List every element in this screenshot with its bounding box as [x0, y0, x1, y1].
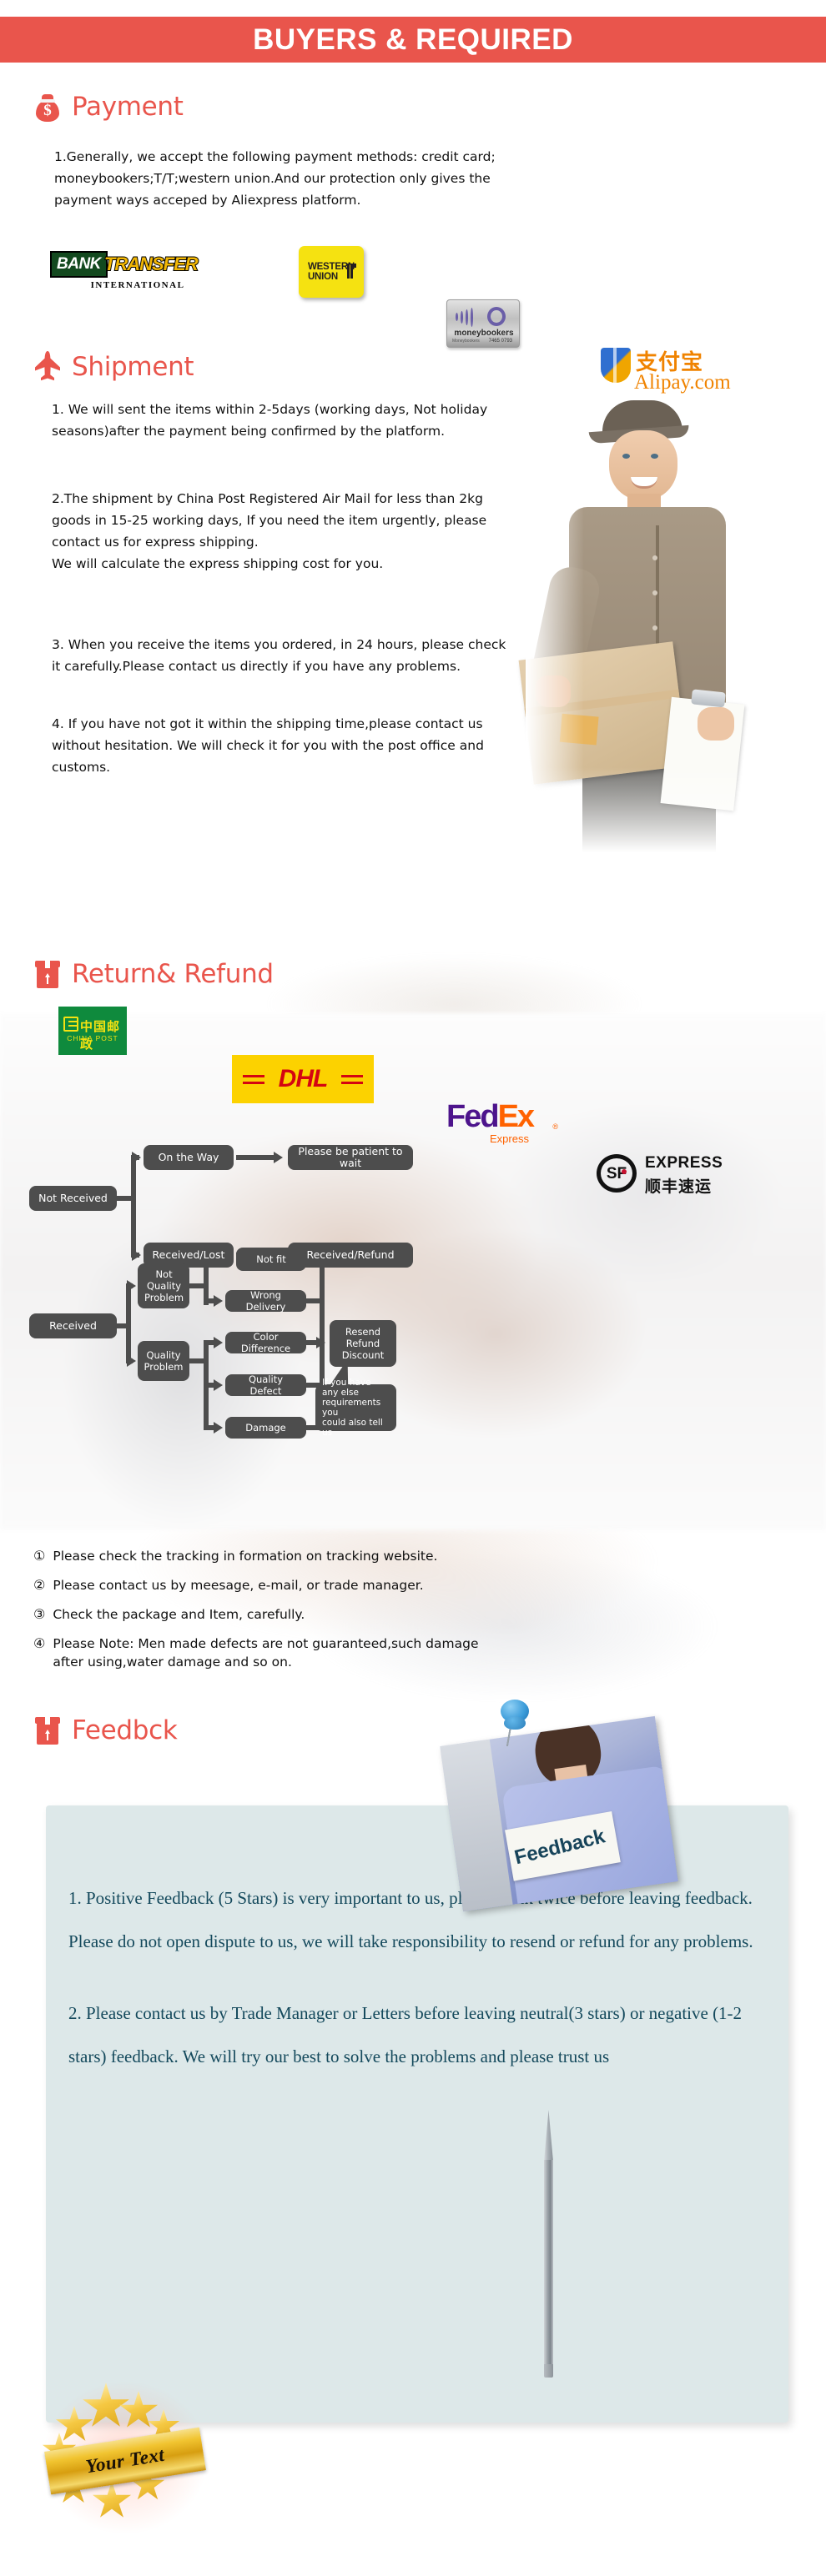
- list-item: ④ Please Note: Men made defects are not …: [33, 1634, 784, 1671]
- list-item-number: ④: [33, 1635, 46, 1651]
- feedback-photo: Feedback: [440, 1715, 678, 1912]
- list-item-number: ②: [33, 1577, 46, 1593]
- flow-node-wrong-delivery: Wrong Delivery: [225, 1289, 306, 1313]
- gold-star-badge: Your Text: [35, 2374, 215, 2541]
- flowchart-backdrop: [0, 1013, 826, 1530]
- list-item-number: ①: [33, 1548, 46, 1564]
- list-item: ① Please check the tracking in formation…: [33, 1547, 784, 1565]
- push-pin-icon: [496, 1700, 534, 1748]
- wu-bars-icon: [347, 264, 356, 279]
- bank-transfer-secondary: TRANSFER: [103, 253, 199, 275]
- list-item: ③ Check the package and Item, carefully.: [33, 1605, 784, 1624]
- china-post-logo: 中国邮政 CHINA POST: [58, 1007, 127, 1055]
- alipay-shield-icon: [601, 348, 631, 383]
- flow-node-received-refund: Received/Refund: [288, 1243, 413, 1268]
- shipment-paragraph-4: 4. If you have not got it within the shi…: [52, 716, 484, 775]
- moneybookers-arcs-icon: [456, 307, 491, 329]
- flow-node-else-requirements: If you have any else requirements you co…: [315, 1378, 396, 1438]
- section-header-payment: $ Payment: [33, 90, 184, 123]
- sf-en: EXPRESS: [645, 1154, 723, 1172]
- flow-node-color-difference: Color Difference: [225, 1331, 306, 1354]
- fedex-reg: ®: [552, 1122, 558, 1131]
- airplane-icon: [33, 350, 62, 384]
- moneybookers-logo: moneybookers Moneybookers 7465 0793: [446, 299, 520, 348]
- alipay-logo: 支付宝 Alipay.com: [601, 346, 734, 398]
- sf-dot-icon: [622, 1169, 627, 1174]
- flow-node-quality-defect: Quality Defect: [225, 1373, 306, 1397]
- badge-text: Your Text: [84, 2443, 166, 2478]
- alipay-label: Alipay.com: [634, 371, 731, 394]
- list-item: ② Please contact us by meesage, e-mail, …: [33, 1576, 784, 1594]
- sf-ring-icon: [597, 1154, 637, 1193]
- sf-cn: 顺丰速运: [645, 1178, 713, 1196]
- china-post-mark-icon: [63, 1017, 78, 1032]
- flow-node-damage: Damage: [225, 1417, 306, 1439]
- feedback-text-block: 1. Positive Feedback (5 Stars) is very i…: [68, 1876, 761, 2106]
- fedex-part1: Fed: [446, 1099, 500, 1134]
- sf-express-logo: EXPRESS 顺丰速运: [597, 1152, 734, 1196]
- list-item-text: Check the package and Item, carefully.: [53, 1607, 305, 1622]
- flow-node-not-fit: Not fit: [236, 1248, 306, 1271]
- moneybookers-tiny-right: 7465 0793: [488, 339, 512, 344]
- section-header-feedback: Feedbck: [33, 1714, 178, 1747]
- moneybookers-tiny-left: Moneybookers: [452, 339, 480, 344]
- flow-node-please-wait: Please be patient to wait: [288, 1145, 413, 1170]
- shipment-paragraph-3: 3. When you receive the items you ordere…: [52, 637, 506, 674]
- page-banner: BUYERS & REQUIRED: [0, 17, 826, 63]
- bank-transfer-primary: BANK: [50, 251, 108, 278]
- flow-node-received: Received: [29, 1313, 117, 1338]
- dhl-label: DHL: [278, 1065, 329, 1092]
- list-item-text: Please contact us by meesage, e-mail, or…: [53, 1578, 424, 1593]
- feedback-paragraph-2: 2. Please contact us by Trade Manager or…: [68, 2003, 743, 2066]
- product-description-page: BUYERS & REQUIRED $ Payment 1.Generally,…: [0, 0, 826, 2576]
- return-box-icon: [33, 957, 62, 991]
- section-header-shipment: Shipment: [33, 350, 194, 384]
- list-item-text: Please Note: Men made defects are not gu…: [53, 1636, 479, 1670]
- fedex-logo: FedEx ® Express: [446, 1099, 558, 1149]
- flow-node-not-received: Not Received: [29, 1186, 117, 1211]
- section-title-payment: Payment: [72, 92, 184, 122]
- moneybookers-ring-icon: [487, 307, 506, 326]
- return-refund-flowchart: Not Received On the Way Please be patien…: [0, 1013, 826, 1530]
- payment-body-text: 1.Generally, we accept the following pay…: [54, 149, 496, 208]
- china-post-en: CHINA POST: [67, 1034, 118, 1042]
- feedback-sign-text: Feedback: [511, 1825, 607, 1870]
- shipment-paragraph-2: 2.The shipment by China Post Registered …: [52, 491, 487, 571]
- flow-node-on-the-way: On the Way: [144, 1145, 234, 1170]
- flow-node-not-quality-problem: Not Quality Problem: [138, 1263, 189, 1308]
- list-item-text: Please check the tracking in formation o…: [53, 1549, 438, 1564]
- bank-transfer-logo: BANK TRANSFER INTERNATIONAL: [50, 250, 199, 294]
- fedex-part2: Ex: [497, 1099, 536, 1134]
- section-title-shipment: Shipment: [72, 352, 194, 382]
- pencil-graphic: [542, 2110, 556, 2385]
- list-item-number: ③: [33, 1606, 46, 1622]
- moneybookers-label: moneybookers: [454, 329, 514, 338]
- return-box-icon: [33, 1714, 62, 1747]
- section-title-feedback: Feedbck: [72, 1715, 178, 1745]
- bank-transfer-sub: INTERNATIONAL: [90, 280, 185, 290]
- dhl-logo: DHL: [232, 1055, 374, 1103]
- section-header-return-refund: Return& Refund: [33, 957, 274, 991]
- flow-node-resend-refund-discount: Resend Refund Discount: [330, 1320, 396, 1367]
- money-bag-icon: $: [33, 90, 62, 123]
- fedex-sub: Express: [490, 1132, 529, 1145]
- return-notes-list: ① Please check the tracking in formation…: [33, 1547, 784, 1682]
- section-title-return-refund: Return& Refund: [72, 959, 274, 989]
- western-union-logo: WESTERN UNION: [299, 246, 364, 298]
- flow-node-quality-problem: Quality Problem: [138, 1341, 189, 1381]
- feedback-paragraph-1: 1. Positive Feedback (5 Stars) is very i…: [68, 1888, 753, 1951]
- banner-title: BUYERS & REQUIRED: [253, 23, 573, 56]
- shipment-paragraph-1: 1. We will sent the items within 2-5days…: [52, 402, 488, 439]
